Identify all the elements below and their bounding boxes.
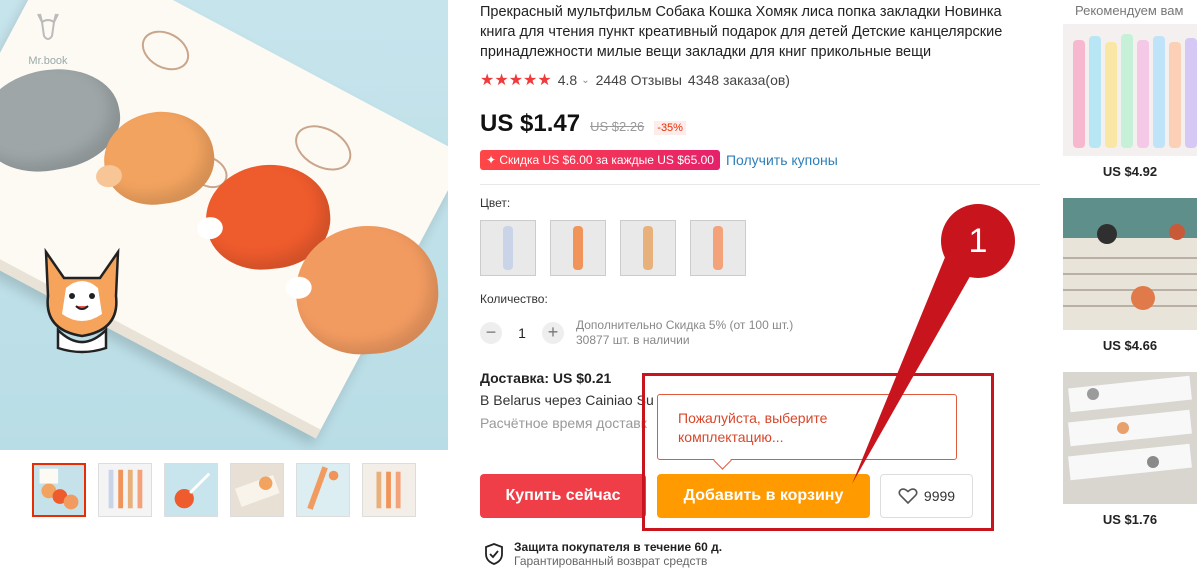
- recommended-item-image[interactable]: [1063, 24, 1197, 156]
- old-price: US $2.26: [590, 119, 645, 134]
- deer-icon: [37, 13, 59, 40]
- coupon-row: ✦ Скидка US $6.00 за каждые US $65.00 По…: [480, 150, 1040, 170]
- rating-row: ★★★★★ 4.8 ⌄ 2448 Отзывы 4348 заказа(ов): [480, 70, 1040, 90]
- bookmark-swatch-image: [713, 226, 723, 270]
- stock-text: 30877 шт. в наличии: [576, 333, 690, 347]
- divider: [480, 184, 1040, 185]
- star-rating-icon: ★★★★★: [480, 72, 552, 89]
- color-swatch-2[interactable]: [550, 220, 606, 276]
- color-swatch-4[interactable]: [690, 220, 746, 276]
- buy-now-button[interactable]: Купить сейчас: [480, 474, 646, 518]
- price-row: US $1.47 US $2.26 -35%: [480, 110, 1040, 138]
- color-swatch-3[interactable]: [620, 220, 676, 276]
- discount-badge: -35%: [654, 121, 686, 135]
- annotation-number-badge: 1: [941, 204, 1015, 278]
- quantity-stepper: − 1 + Дополнительно Скидка 5% (от 100 шт…: [480, 318, 1040, 348]
- bookmark-swatch-image: [503, 226, 513, 270]
- recommended-item-2[interactable]: US $4.66: [1063, 198, 1197, 353]
- shield-check-icon: [485, 543, 503, 565]
- quantity-label: Количество:: [480, 292, 548, 306]
- brand-name: Mr.book: [28, 55, 68, 67]
- product-main-image[interactable]: Mr.book: [0, 0, 448, 450]
- chevron-down-icon[interactable]: ⌄: [581, 75, 589, 86]
- thumbnail-4[interactable]: [230, 463, 284, 517]
- brand-logo: Mr.book: [18, 10, 78, 67]
- thumbnail-6[interactable]: [362, 463, 416, 517]
- get-coupons-link[interactable]: Получить купоны: [726, 152, 838, 168]
- color-swatch-1[interactable]: [480, 220, 536, 276]
- qty-plus-button[interactable]: +: [542, 322, 564, 344]
- qty-value[interactable]: 1: [512, 325, 532, 341]
- recommended-item-price: US $1.76: [1102, 512, 1158, 527]
- qty-note: Дополнительно Скидка 5% (от 100 шт.) 308…: [576, 318, 793, 348]
- thumbnail-5[interactable]: [296, 463, 350, 517]
- corgi-sticker: [44, 247, 120, 354]
- coupon-badge: ✦ Скидка US $6.00 за каждые US $65.00: [480, 150, 720, 170]
- buyer-protection: Защита покупателя в течение 60 д. Гарант…: [484, 540, 722, 568]
- color-label: Цвет:: [480, 196, 511, 210]
- protection-subtitle: Гарантированный возврат средств: [514, 554, 708, 568]
- thumbnail-strip: [32, 463, 416, 517]
- price: US $1.47: [480, 110, 581, 137]
- recommended-item-image[interactable]: [1063, 198, 1197, 330]
- recommendations-title: Рекомендуем вам: [1075, 3, 1184, 18]
- protection-title: Защита покупателя в течение 60 д.: [514, 540, 723, 554]
- bulk-discount-text: Дополнительно Скидка 5% (от 100 шт.): [576, 318, 794, 332]
- bookmark-swatch-image: [643, 226, 653, 270]
- recommended-item-price: US $4.92: [1102, 164, 1158, 179]
- product-title: Прекрасный мультфильм Собака Кошка Хомяк…: [480, 4, 1003, 60]
- rating-value: 4.8: [557, 72, 578, 88]
- orders-count: 4348 заказа(ов): [687, 72, 790, 88]
- bookmark-swatch-image: [573, 226, 583, 270]
- recommended-item-price: US $4.66: [1102, 338, 1158, 353]
- thumbnail-1[interactable]: [32, 463, 86, 517]
- thumbnail-3[interactable]: [164, 463, 218, 517]
- recommended-item-3[interactable]: US $1.76: [1063, 372, 1197, 527]
- qty-minus-button[interactable]: −: [480, 322, 502, 344]
- recommended-item-1[interactable]: US $4.92: [1063, 24, 1197, 179]
- reviews-link[interactable]: 2448 Отзывы: [596, 72, 682, 88]
- recommended-item-image[interactable]: [1063, 372, 1197, 504]
- recommendations-panel: Рекомендуем вам US $4.92 US $4.66 US $1.…: [1063, 0, 1200, 527]
- annotation-highlight-box: [642, 373, 994, 531]
- thumbnail-2[interactable]: [98, 463, 152, 517]
